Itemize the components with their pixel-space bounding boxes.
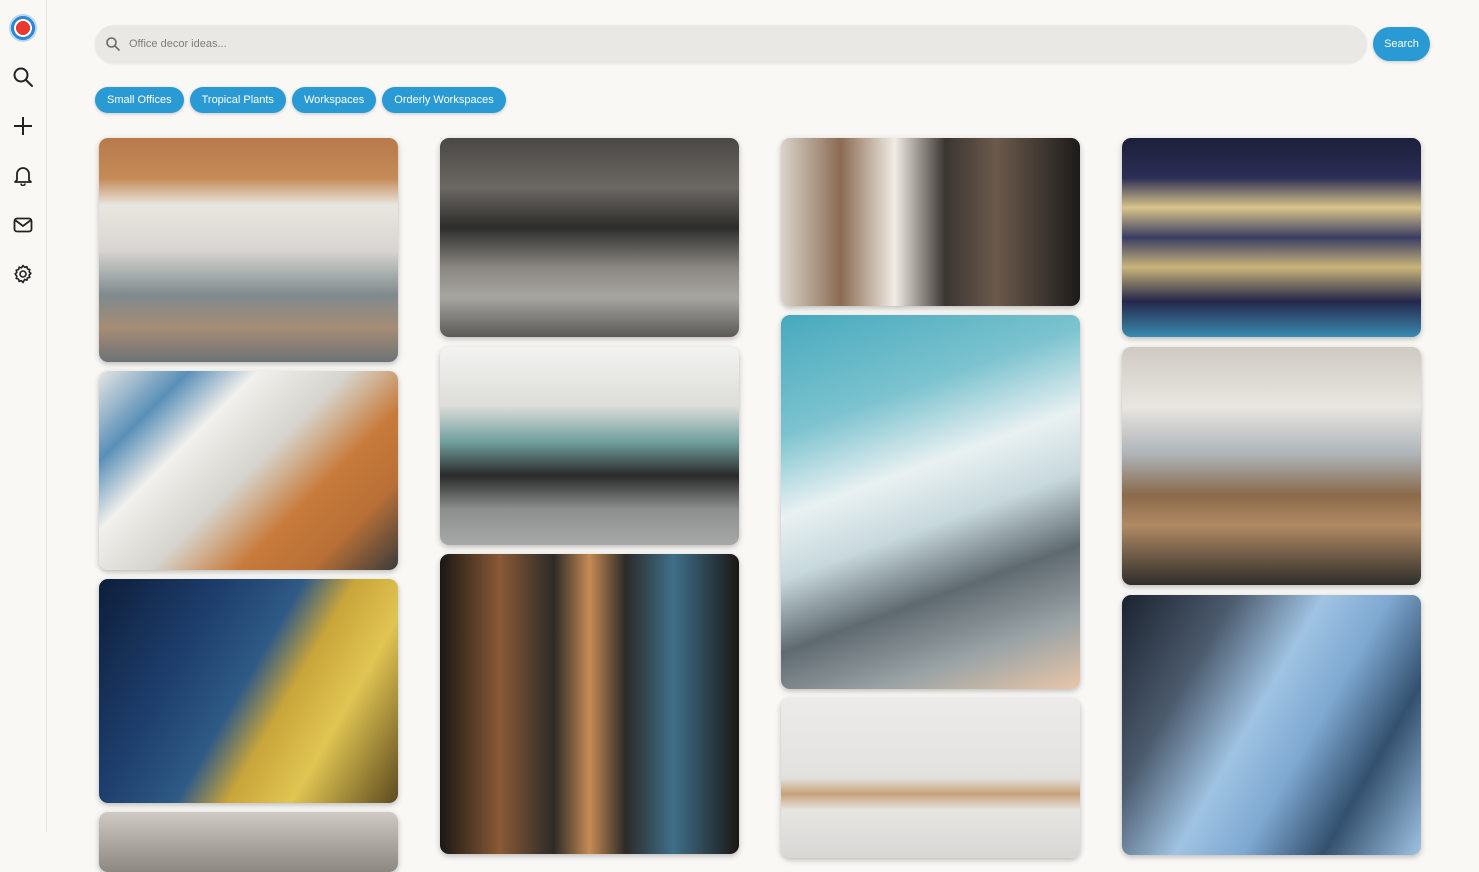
image-tile[interactable] [99,579,398,803]
chip-small-offices[interactable]: Small Offices [95,87,184,113]
search-bar [95,25,1367,63]
image-tile[interactable] [99,371,398,570]
chip-workspaces[interactable]: Workspaces [291,87,377,113]
mail-icon[interactable] [10,212,36,238]
image-tile[interactable] [1122,347,1421,585]
image-tile[interactable] [781,315,1080,689]
image-tile[interactable] [781,698,1080,858]
image-tile[interactable] [99,138,398,362]
image-tile[interactable] [1122,138,1421,337]
bell-icon[interactable] [10,162,36,188]
image-tile[interactable] [99,812,398,872]
filter-chips: Small Offices Tropical Plants Workspaces… [95,87,506,113]
logo-icon[interactable] [9,14,37,42]
search-icon [106,37,120,51]
chip-orderly-workspaces[interactable]: Orderly Workspaces [382,87,506,113]
sidebar [0,0,47,832]
image-tile[interactable] [1122,595,1421,855]
image-tile[interactable] [781,138,1080,306]
search-icon[interactable] [10,64,36,90]
search-input[interactable] [127,37,1331,51]
chip-tropical-plants[interactable]: Tropical Plants [189,87,286,113]
image-tile[interactable] [440,138,739,337]
gear-icon[interactable] [10,261,36,287]
search-button[interactable]: Search [1373,27,1430,61]
image-tile[interactable] [440,347,739,545]
image-tile[interactable] [440,554,739,854]
plus-icon[interactable] [10,113,36,139]
